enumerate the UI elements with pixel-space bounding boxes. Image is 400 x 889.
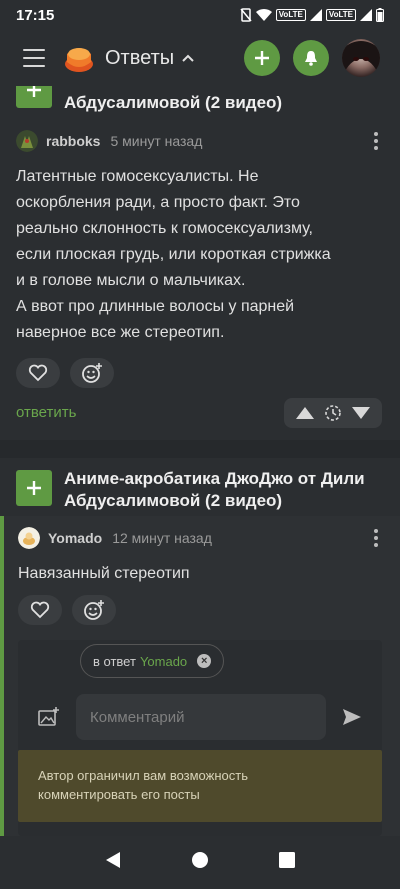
restriction-notice: Автор ограничил вам возможность комменти… xyxy=(18,750,382,822)
post-title-line: Абдусалимовой (2 видео) xyxy=(64,491,283,510)
restriction-line: Автор ограничил вам возможность xyxy=(38,768,248,783)
post-title-2[interactable]: Аниме-акробатика ДжоДжо от Дили Абдусали… xyxy=(64,468,365,512)
vote-controls xyxy=(284,398,382,428)
comment-header: rabboks 5 минут назад xyxy=(16,130,384,152)
no-sim-alarm-icon xyxy=(240,8,252,22)
rating-clock-icon[interactable] xyxy=(324,404,342,422)
comment-input[interactable]: Комментарий xyxy=(76,694,326,740)
heart-icon xyxy=(28,364,48,382)
app-bar: Ответы xyxy=(0,30,400,86)
comment-header: Yomado 12 минут назад xyxy=(18,527,384,549)
home-icon[interactable] xyxy=(191,851,209,874)
volte-badge-2: VoLTE xyxy=(325,9,356,21)
comment-line: и в голове мысли о мальчиках. xyxy=(16,272,246,289)
more-options-icon[interactable] xyxy=(368,529,384,547)
comment-1: rabboks 5 минут назад Латентные гомосекс… xyxy=(16,130,384,346)
status-time: 17:15 xyxy=(16,6,55,24)
image-add-icon[interactable] xyxy=(38,707,60,732)
wifi-icon xyxy=(255,8,272,22)
downvote-icon[interactable] xyxy=(351,406,371,420)
comment-line: наверное все же стереотип. xyxy=(16,324,225,341)
battery-icon xyxy=(376,8,384,22)
comment-time: 12 минут назад xyxy=(112,530,212,546)
plus-icon xyxy=(255,51,269,65)
notifications-button[interactable] xyxy=(293,40,329,76)
reply-user: Yomado xyxy=(139,653,188,669)
avatar[interactable] xyxy=(342,39,380,77)
comment-author[interactable]: rabboks xyxy=(46,133,100,149)
close-icon[interactable]: × xyxy=(197,654,212,668)
post-title-line: Аниме-акробатика ДжоДжо от Дили xyxy=(64,469,365,488)
subscribe-button-1[interactable] xyxy=(16,86,52,108)
system-nav-bar xyxy=(0,836,400,889)
heart-icon xyxy=(30,601,50,619)
plus-icon xyxy=(27,86,41,97)
back-icon[interactable] xyxy=(105,851,121,874)
add-button[interactable] xyxy=(244,40,280,76)
like-button[interactable] xyxy=(18,595,62,625)
post-title-1[interactable]: Абдусалимовой (2 видео) xyxy=(64,92,282,114)
reaction-button[interactable] xyxy=(70,358,114,388)
status-bar: 17:15 VoLTE VoLTE xyxy=(0,0,400,30)
reply-link[interactable]: ответить xyxy=(16,404,76,421)
post-header-2[interactable]: Аниме-акробатика ДжоДжо от Дили Абдусали… xyxy=(16,468,365,512)
comment-2: Yomado 12 минут назад Навязанный стереот… xyxy=(18,527,384,587)
comment-line: реально склонность к гомосексуализму, xyxy=(16,220,313,237)
comment-line: Латентные гомосексуалисты. Не xyxy=(16,168,259,185)
smiley-add-icon xyxy=(84,600,104,620)
subscribe-button-2[interactable] xyxy=(16,470,52,506)
app-title[interactable]: Ответы xyxy=(105,47,174,70)
send-icon[interactable] xyxy=(342,708,362,731)
menu-icon[interactable] xyxy=(23,49,45,67)
volte-badge-1: VoLTE xyxy=(275,9,306,21)
comment-placeholder: Комментарий xyxy=(90,708,185,726)
highlight-bar xyxy=(0,516,4,836)
feed[interactable]: Абдусалимовой (2 видео) rabboks 5 минут … xyxy=(0,86,400,836)
comment-time: 5 минут назад xyxy=(110,133,203,149)
app-logo[interactable] xyxy=(63,42,95,74)
smiley-add-icon xyxy=(82,363,102,383)
divider xyxy=(0,440,400,458)
signal-icon-2 xyxy=(360,8,372,22)
more-options-icon[interactable] xyxy=(368,132,384,150)
bell-icon xyxy=(305,51,317,66)
post-header-1[interactable]: Абдусалимовой (2 видео) xyxy=(16,86,282,114)
status-icons: VoLTE VoLTE xyxy=(240,8,384,22)
reply-prefix: в ответ xyxy=(93,653,136,669)
restriction-line: комментировать его посты xyxy=(38,787,200,802)
chevron-up-icon[interactable] xyxy=(182,49,194,67)
like-button[interactable] xyxy=(16,358,60,388)
comment-author[interactable]: Yomado xyxy=(48,530,102,546)
avatar[interactable] xyxy=(18,527,40,549)
reply-to-chip[interactable]: в ответ Yomado × xyxy=(80,644,225,678)
upvote-icon[interactable] xyxy=(295,406,315,420)
comment-text: Навязанный стереотип xyxy=(18,565,190,582)
comment-line: оскорбления ради, а просто факт. Это xyxy=(16,194,300,211)
avatar[interactable] xyxy=(16,130,38,152)
comment-line: если плоская грудь, или короткая стрижка xyxy=(16,246,331,263)
signal-icon-1 xyxy=(309,8,322,22)
plus-icon xyxy=(27,481,41,495)
reaction-button[interactable] xyxy=(72,595,116,625)
comment-text: Латентные гомосексуалисты. Не оскорблени… xyxy=(16,164,384,346)
comment-line: А ввот про длинные волосы у парней xyxy=(16,298,295,315)
recents-icon[interactable] xyxy=(279,852,295,873)
